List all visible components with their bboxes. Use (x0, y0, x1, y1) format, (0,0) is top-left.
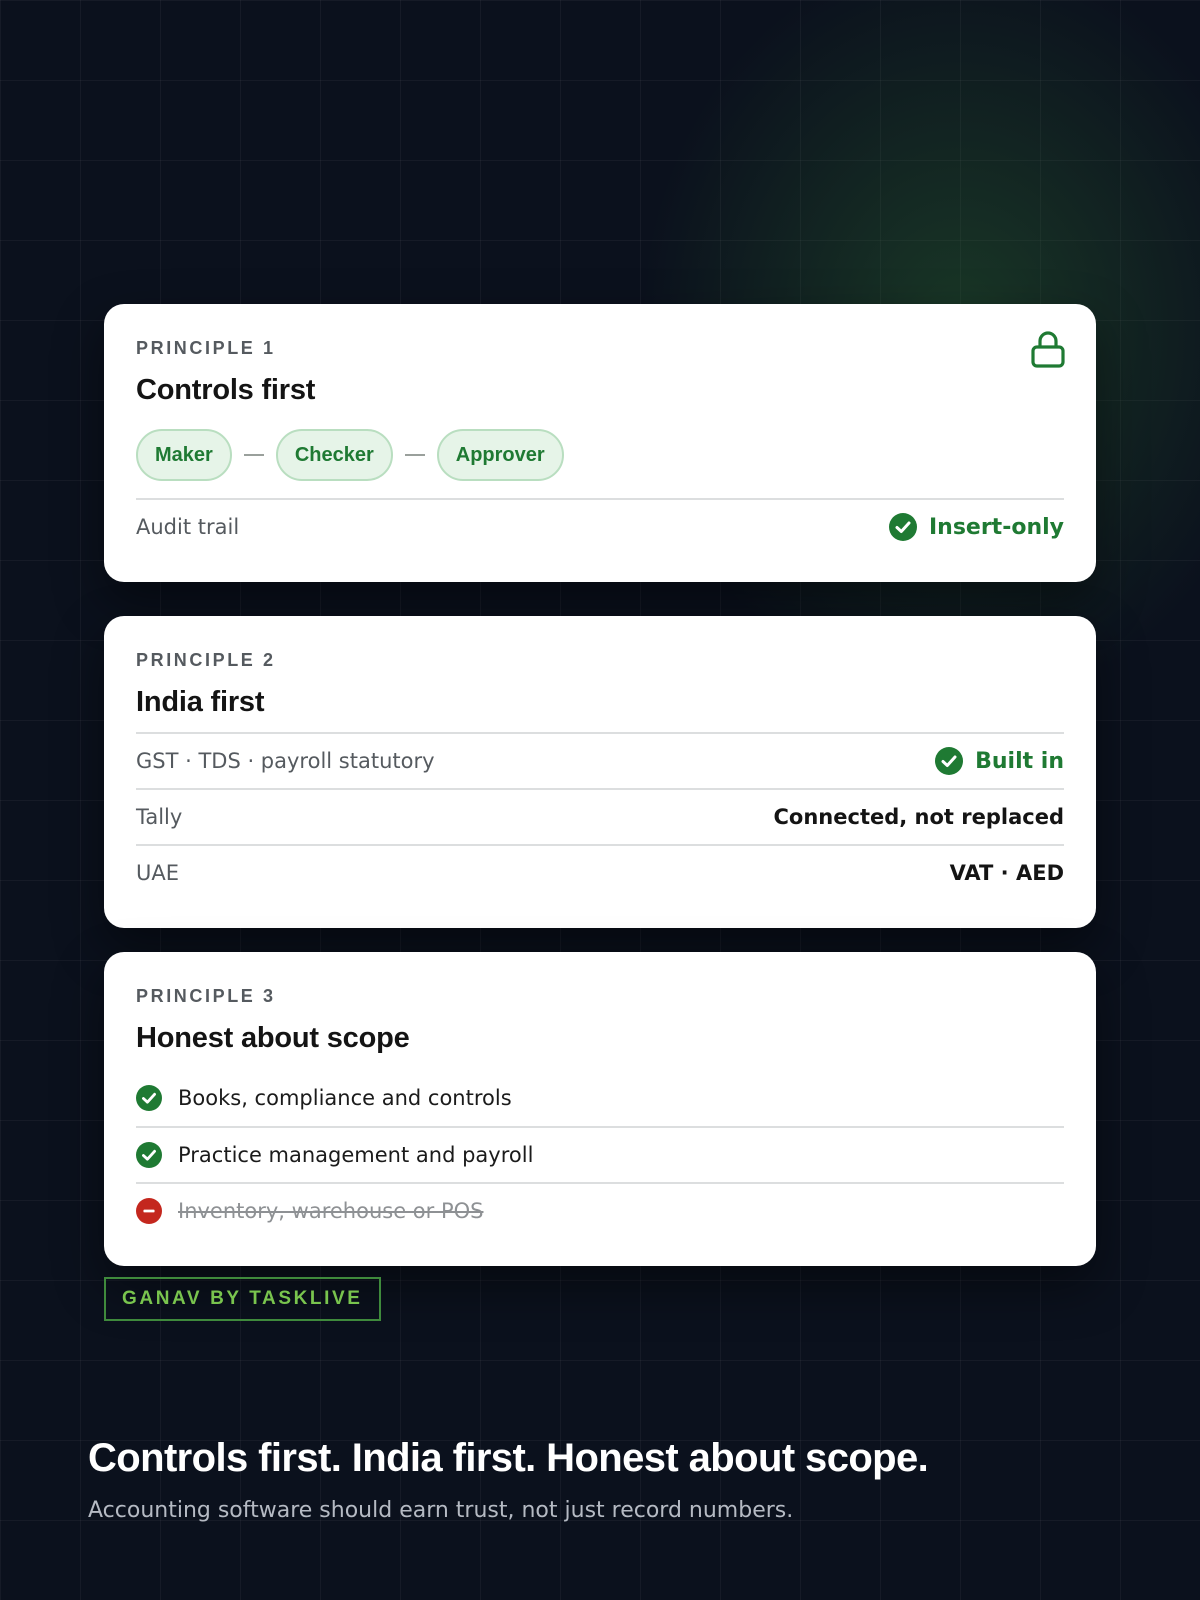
hero-subline: Accounting software should earn trust, n… (88, 1498, 794, 1523)
row-value-text: Insert-only (928, 514, 1064, 540)
chain-connector (243, 454, 264, 456)
tally-row: Tally Connected, not replaced (136, 788, 1064, 844)
row-value: VAT · AED (949, 861, 1064, 885)
principle-card-india: PRINCIPLE 2 India first GST · TDS · payr… (104, 616, 1096, 928)
scope-item-excluded: Inventory, warehouse or POS (136, 1182, 1064, 1238)
row-label: Audit trail (136, 515, 240, 539)
scope-item-label: Practice management and payroll (178, 1143, 534, 1167)
audit-trail-row: Audit trail Insert-only (136, 498, 1064, 554)
row-label: GST · TDS · payroll statutory (136, 749, 435, 773)
scope-item-label: Inventory, warehouse or POS (178, 1199, 484, 1223)
lock-icon (1031, 331, 1065, 368)
chip-approver: Approver (436, 429, 564, 481)
principle-eyebrow: PRINCIPLE 3 (136, 986, 276, 1006)
scope-item-label: Books, compliance and controls (178, 1086, 512, 1110)
principle-title: Controls first (136, 374, 316, 406)
principle-card-scope: PRINCIPLE 3 Honest about scope Books, co… (104, 952, 1096, 1266)
principle-card-controls: PRINCIPLE 1 Controls first Maker Checker… (104, 304, 1096, 582)
principle-title: Honest about scope (136, 1022, 410, 1054)
principle-eyebrow: PRINCIPLE 2 (136, 650, 276, 670)
uae-row: UAE VAT · AED (136, 844, 1064, 900)
chip-checker: Checker (275, 429, 393, 481)
scope-item-included: Books, compliance and controls (136, 1070, 1064, 1126)
scope-item-included: Practice management and payroll (136, 1126, 1064, 1182)
row-value: Built in (935, 747, 1064, 775)
check-circle-icon (888, 513, 917, 541)
chip-maker: Maker (136, 429, 232, 481)
check-circle-icon (935, 747, 964, 775)
principle-eyebrow: PRINCIPLE 1 (136, 338, 276, 358)
principle-title: India first (136, 686, 265, 718)
hero-headline: Controls first. India first. Honest abou… (88, 1436, 929, 1480)
row-value-text: Built in (975, 748, 1064, 774)
minus-circle-icon (136, 1198, 162, 1224)
approval-chain: Maker Checker Approver (136, 428, 564, 482)
row-value: Insert-only (888, 513, 1064, 541)
row-label: UAE (136, 861, 180, 885)
chain-connector (404, 454, 425, 456)
row-value: Connected, not replaced (773, 805, 1064, 829)
brand-tag: GANAV BY TASKLIVE (104, 1277, 381, 1321)
statutory-row: GST · TDS · payroll statutory Built in (136, 732, 1064, 788)
row-label: Tally (136, 805, 183, 829)
check-circle-icon (136, 1085, 162, 1111)
check-circle-icon (136, 1142, 162, 1168)
